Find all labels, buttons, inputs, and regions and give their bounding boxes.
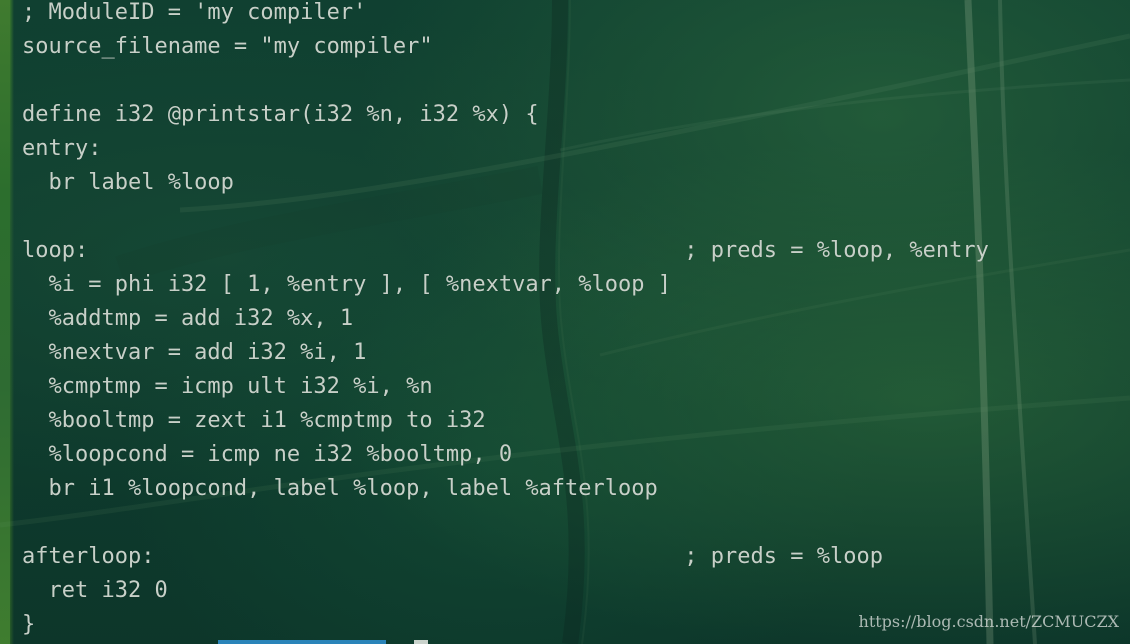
code-line: define i32 @printstar(i32 %n, i32 %x) { (22, 102, 539, 127)
code-line: %loopcond = icmp ne i32 %booltmp, 0 (22, 442, 513, 467)
code-line: afterloop: ; preds = %loop (22, 544, 883, 569)
code-line: ret i32 0 (22, 578, 168, 603)
code-line: loop: ; preds = %loop, %entry (22, 238, 989, 263)
code-line: %i = phi i32 [ 1, %entry ], [ %nextvar, … (22, 272, 672, 297)
code-line: source_filename = "my compiler" (22, 34, 433, 59)
code-line: %addtmp = add i32 %x, 1 (22, 306, 354, 331)
active-tab-indicator[interactable] (218, 640, 386, 644)
code-line: ; ModuleID = 'my compiler' (22, 0, 367, 25)
terminal-window: ; ModuleID = 'my compiler' source_filena… (0, 0, 1130, 644)
terminal-cursor (414, 640, 428, 644)
code-line: %booltmp = zext i1 %cmptmp to i32 (22, 408, 486, 433)
code-line: entry: (22, 136, 102, 161)
green-field-edge (0, 0, 10, 644)
code-line: br i1 %loopcond, label %loop, label %aft… (22, 476, 658, 501)
llvm-ir-code-area[interactable]: ; ModuleID = 'my compiler' source_filena… (22, 0, 1102, 644)
csdn-watermark: https://blog.csdn.net/ZCMUCZX (858, 612, 1119, 631)
code-line: %nextvar = add i32 %i, 1 (22, 340, 367, 365)
code-line: %cmptmp = icmp ult i32 %i, %n (22, 374, 433, 399)
code-line: br label %loop (22, 170, 234, 195)
